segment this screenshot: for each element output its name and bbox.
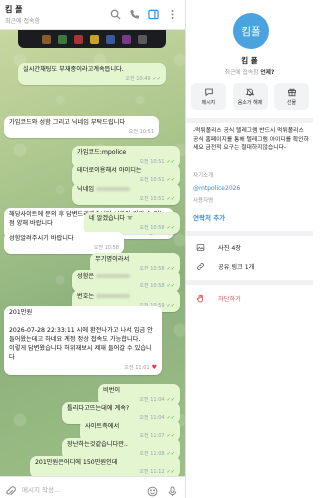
unmute-button[interactable]: 음소거 해제 bbox=[232, 83, 268, 110]
search-icon[interactable] bbox=[109, 8, 122, 21]
sidebar-toggle-icon[interactable] bbox=[147, 8, 160, 21]
divider bbox=[186, 280, 313, 285]
message-time: 오전 11:12 bbox=[139, 468, 165, 475]
message-text: 201만원은어디에 150만원인데 bbox=[35, 459, 118, 466]
photo-icon bbox=[196, 243, 205, 251]
profile-status: 최근에 접속함 언제? bbox=[224, 70, 275, 76]
message-time: 오전 10:51 bbox=[128, 128, 154, 135]
message-bubble[interactable]: 실시간채팅도 부재중이라고계속뜹니다. 오전 10:49 ✓✓ bbox=[18, 63, 166, 86]
bio-label: 자기소개 bbox=[193, 173, 214, 179]
shared-image[interactable] bbox=[18, 30, 166, 48]
message-text: 장난하는것같습니다만.. bbox=[67, 441, 128, 448]
attach-icon[interactable] bbox=[5, 482, 16, 496]
emoji-icon[interactable] bbox=[147, 482, 158, 497]
divider bbox=[186, 231, 313, 236]
read-check-icon: ✓✓ bbox=[166, 468, 175, 475]
message-button-label: 메시지 bbox=[201, 100, 216, 106]
unmute-button-label: 음소거 해제 bbox=[237, 100, 263, 106]
message-text: 201만원 2026-07-28 22:33:11 시에 환전나가고 나서 입금… bbox=[9, 309, 153, 361]
message-time: 오전 10:58 bbox=[139, 224, 165, 231]
heart-reaction-icon[interactable]: ♥ bbox=[152, 364, 157, 371]
message-text: 무기명이라서 bbox=[95, 256, 130, 263]
message-bubble[interactable]: 201만원 2026-07-28 22:33:11 시에 환전나가고 나서 입금… bbox=[4, 306, 162, 375]
profile-actions: 메시지 음소거 해제 선물 bbox=[191, 83, 309, 113]
message-text: 사이트측에서 bbox=[85, 423, 120, 430]
message-time: 오전 11:01 bbox=[124, 364, 150, 371]
chat-pane: 킴 폴 최근에 접속함 실시간채팅도 부재중이라고계속뜹니다. 오전 10:49… bbox=[0, 0, 185, 498]
message-time: 오전 10:58 bbox=[139, 282, 165, 289]
gift-button[interactable]: 선물 bbox=[274, 83, 309, 110]
shared-photos-label: 사진 4장 bbox=[218, 244, 241, 252]
message-text: 네 알겠습니다 ㅠ bbox=[89, 215, 133, 222]
username-label: 사용자명 bbox=[193, 198, 214, 204]
profile-bio: -먹튀폴리스 공식 텔레그램 반드시 먹튀폴리스 공식 홈페이지를 통해 텔레그… bbox=[193, 128, 309, 152]
message-text: 테더로이용해서 아이디는 bbox=[77, 167, 142, 174]
message-text: 틀리다고뜨는데에 계속? bbox=[67, 405, 130, 412]
gift-button-label: 선물 bbox=[286, 100, 297, 106]
read-check-icon: ✓✓ bbox=[152, 75, 161, 82]
redacted-text bbox=[96, 187, 131, 191]
message-text: 가입코드와 성함 그리고 닉네임 부탁드립니다 bbox=[9, 119, 126, 126]
block-user-button[interactable]: 차단하기 bbox=[186, 290, 313, 306]
chat-status: 최근에 접속함 bbox=[5, 18, 41, 25]
profile-panel: 킴폴 킴 폴 최근에 접속함 언제? 메시지 음소거 해제 선물 -먹튀폴리스 … bbox=[185, 0, 313, 498]
redacted-text bbox=[96, 274, 131, 278]
message-input[interactable]: 메시지 작성... bbox=[22, 484, 60, 494]
read-check-icon: ✓✓ bbox=[166, 195, 175, 202]
block-user-label: 차단하기 bbox=[218, 295, 241, 303]
message-text: 가입코드:mpolice bbox=[77, 149, 127, 156]
read-check-icon: ✓✓ bbox=[166, 224, 175, 231]
read-check-icon: ✓✓ bbox=[166, 302, 175, 309]
avatar[interactable]: 킴폴 bbox=[233, 13, 269, 49]
message-composer: 메시지 작성... bbox=[0, 476, 185, 498]
shared-photos-row[interactable]: 사진 4장 bbox=[186, 239, 313, 255]
chat-header: 킴 폴 최근에 접속함 bbox=[0, 0, 185, 30]
message-text: 비번이 bbox=[103, 387, 121, 394]
divider bbox=[186, 118, 313, 123]
chat-title[interactable]: 킴 폴 bbox=[5, 4, 23, 15]
mute-icon bbox=[245, 88, 255, 97]
message-icon bbox=[204, 88, 213, 97]
message-text: 번호는 bbox=[77, 293, 175, 302]
profile-username[interactable]: @mtpolice2026 bbox=[193, 185, 240, 192]
shared-links-label: 공유 링크 1개 bbox=[218, 263, 255, 271]
message-text: 실시간채팅도 부재중이라고계속뜹니다. bbox=[23, 66, 124, 73]
message-text: 성함은 bbox=[77, 273, 175, 282]
redacted-text bbox=[96, 294, 131, 298]
link-icon bbox=[197, 262, 204, 270]
message-text: 닉네임 bbox=[77, 186, 175, 195]
message-bubble[interactable]: 성함알려주시기 바랍니다 오전 10:58 bbox=[4, 232, 124, 255]
add-contact-button[interactable]: 연락처 추가 bbox=[193, 212, 225, 222]
message-bubble[interactable]: 닉네임 오전 10:51 ✓✓ bbox=[72, 183, 180, 206]
profile-name: 킴 폴 bbox=[241, 56, 258, 65]
message-time: 오전 10:58 bbox=[93, 244, 119, 251]
message-bubble[interactable]: 가입코드와 성함 그리고 닉네임 부탁드립니다 오전 10:51 bbox=[4, 116, 159, 139]
microphone-icon[interactable] bbox=[167, 482, 178, 497]
shared-links-row[interactable]: 공유 링크 1개 bbox=[186, 258, 313, 274]
message-button[interactable]: 메시지 bbox=[191, 83, 226, 110]
phone-icon[interactable] bbox=[128, 8, 141, 21]
gift-icon bbox=[287, 88, 296, 97]
message-text: 성함알려주시기 바랍니다 bbox=[9, 235, 74, 242]
message-time: 오전 10:51 bbox=[139, 195, 165, 202]
message-time: 오전 10:49 bbox=[125, 75, 151, 82]
more-icon[interactable] bbox=[166, 8, 179, 21]
read-check-icon: ✓✓ bbox=[166, 282, 175, 289]
block-hand-icon bbox=[196, 294, 204, 302]
last-seen-link[interactable]: 언제? bbox=[260, 70, 274, 76]
